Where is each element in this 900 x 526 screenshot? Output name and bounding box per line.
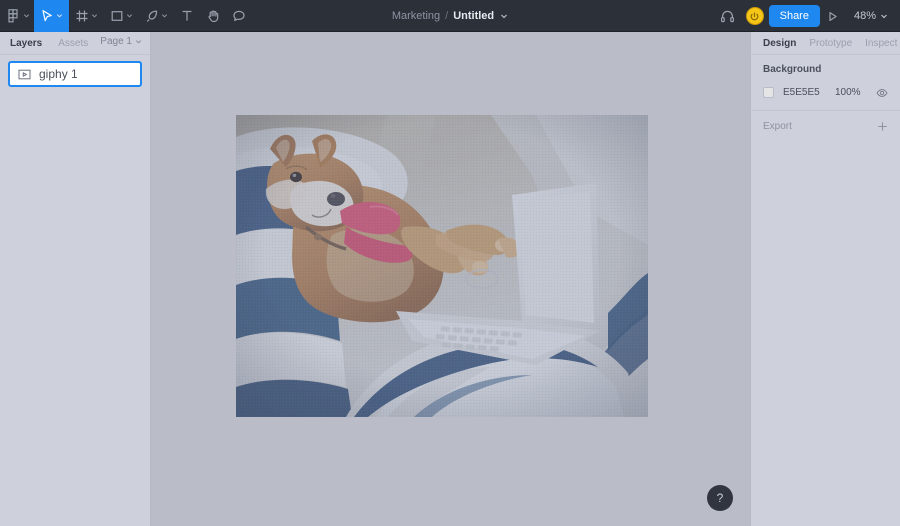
avatar bbox=[745, 7, 764, 25]
tool-figma-menu[interactable] bbox=[0, 0, 34, 32]
user-avatar-button[interactable] bbox=[741, 0, 769, 32]
right-sidebar-tabs: Design Prototype Inspect bbox=[751, 32, 900, 54]
present-button[interactable] bbox=[820, 0, 846, 32]
project-name[interactable]: Marketing bbox=[392, 10, 440, 22]
comment-bubble-icon bbox=[233, 10, 245, 21]
tool-pen[interactable] bbox=[139, 0, 174, 32]
artboard-giphy-1[interactable] bbox=[236, 115, 648, 417]
tab-inspect[interactable]: Inspect bbox=[865, 38, 897, 49]
tab-prototype[interactable]: Prototype bbox=[809, 38, 852, 49]
hand-icon bbox=[208, 9, 219, 22]
chevron-down-icon[interactable] bbox=[500, 12, 508, 20]
page-selector[interactable]: Page 1 bbox=[100, 36, 142, 47]
right-sidebar: Design Prototype Inspect Background E5E5… bbox=[750, 32, 900, 526]
cursor-arrow-icon bbox=[42, 9, 52, 21]
background-opacity-value[interactable]: 100% bbox=[835, 87, 861, 98]
tool-comment[interactable] bbox=[226, 0, 252, 32]
eye-icon[interactable] bbox=[876, 87, 888, 99]
background-hex-value[interactable]: E5E5E5 bbox=[783, 87, 835, 98]
zoom-control[interactable]: 48% bbox=[846, 10, 892, 22]
tool-hand[interactable] bbox=[200, 0, 226, 32]
left-sidebar: Layers Assets Page 1 giphy 1 bbox=[0, 32, 151, 526]
top-toolbar: Marketing / Untitled Share 48% bbox=[0, 0, 900, 32]
chevron-down-icon bbox=[161, 14, 168, 18]
help-button[interactable]: ? bbox=[707, 485, 733, 511]
chevron-down-icon bbox=[881, 14, 887, 19]
share-button[interactable]: Share bbox=[768, 5, 820, 27]
power-avatar-icon bbox=[750, 11, 759, 20]
tool-shape[interactable] bbox=[104, 0, 139, 32]
text-t-icon bbox=[182, 10, 192, 21]
export-label: Export bbox=[763, 121, 792, 132]
headphones-icon bbox=[721, 10, 735, 22]
pen-icon bbox=[146, 10, 158, 22]
layer-item-giphy-1[interactable]: giphy 1 bbox=[8, 61, 142, 87]
background-section: Background E5E5E5 100% bbox=[751, 55, 900, 110]
dog-laptop-image bbox=[236, 115, 648, 417]
chevron-down-icon bbox=[135, 40, 142, 44]
audio-call-button[interactable] bbox=[715, 0, 741, 32]
chevron-down-icon bbox=[23, 14, 30, 18]
play-triangle-icon bbox=[829, 11, 838, 21]
background-section-title: Background bbox=[763, 64, 822, 75]
left-sidebar-tabs: Layers Assets Page 1 bbox=[0, 32, 150, 54]
chevron-down-icon bbox=[56, 14, 63, 18]
figma-logo-icon bbox=[8, 8, 18, 22]
export-section: Export bbox=[751, 111, 900, 142]
topbar-right-actions: Share 48% bbox=[715, 0, 900, 32]
background-color-swatch[interactable] bbox=[763, 87, 774, 98]
chevron-down-icon bbox=[91, 14, 98, 18]
chevron-down-icon bbox=[126, 14, 133, 18]
breadcrumb-separator: / bbox=[445, 10, 449, 22]
page-selector-label: Page 1 bbox=[100, 36, 132, 47]
file-name[interactable]: Untitled bbox=[453, 10, 494, 22]
plus-icon[interactable] bbox=[877, 121, 888, 132]
frame-grid-icon bbox=[76, 10, 88, 21]
tool-group bbox=[0, 0, 252, 32]
tool-frame[interactable] bbox=[69, 0, 104, 32]
tool-text[interactable] bbox=[174, 0, 200, 32]
layer-item-label: giphy 1 bbox=[39, 67, 78, 81]
background-fill-row: E5E5E5 100% bbox=[763, 85, 888, 100]
figma-app-window: Marketing / Untitled Share 48% Layers As… bbox=[0, 0, 900, 526]
tab-design[interactable]: Design bbox=[763, 38, 796, 49]
layers-list: giphy 1 bbox=[0, 55, 150, 87]
zoom-level-label: 48% bbox=[853, 10, 876, 22]
tab-layers[interactable]: Layers bbox=[10, 38, 42, 49]
video-frame-icon bbox=[18, 69, 31, 79]
canvas-area[interactable]: ? bbox=[152, 32, 750, 526]
tool-move[interactable] bbox=[34, 0, 69, 32]
tab-assets[interactable]: Assets bbox=[58, 38, 88, 49]
square-icon bbox=[111, 10, 123, 21]
